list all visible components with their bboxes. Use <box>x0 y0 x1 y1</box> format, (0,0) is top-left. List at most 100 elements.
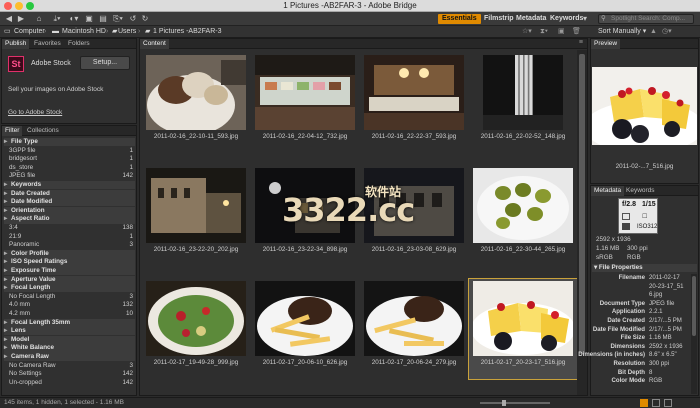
tab-collections[interactable]: Collections <box>24 126 62 136</box>
filter-value[interactable]: ds_store 1 <box>4 164 135 172</box>
tab-metadata[interactable]: Metadata <box>591 186 625 196</box>
filter-category[interactable]: ▸ Keywords <box>4 181 135 190</box>
tab-filter[interactable]: Filter <box>2 126 23 136</box>
breadcrumb-current-folder[interactable]: 1 Pictures -AB2FAR-3 <box>153 27 221 37</box>
metadata-scrollbar[interactable] <box>691 274 697 394</box>
filter-value[interactable]: JPEG file 142 <box>4 172 135 180</box>
breadcrumb-macintosh-hd[interactable]: Macintosh HD <box>62 27 106 37</box>
go-to-stock-link[interactable]: Go to Adobe Stock <box>8 109 62 116</box>
tab-folders[interactable]: Folders <box>65 39 93 49</box>
metadata-value[interactable]: 2/17/...5 PM <box>649 317 682 325</box>
sort-direction-icon[interactable]: ▲ <box>650 27 657 37</box>
thumbnail-cell[interactable]: 2011-02-16_22-04-12_732.jpg <box>251 53 359 153</box>
setup-button[interactable]: Setup... <box>80 56 130 70</box>
filter-value[interactable]: No Camera Raw 3 <box>4 362 135 370</box>
back-icon[interactable]: ◀ <box>4 14 14 24</box>
refine-icon[interactable]: ◐▾ <box>68 14 80 24</box>
filter-category[interactable]: ▸ Lens <box>4 327 135 336</box>
metadata-value[interactable]: RGB <box>649 377 662 385</box>
thumbnail-cell[interactable]: 2011-02-17_20-06-10_626.jpg <box>251 279 359 379</box>
recent-files-icon[interactable]: ◷▾ <box>662 27 672 37</box>
filter-category[interactable]: ▸ Focal Length <box>4 284 135 293</box>
content-scroll-thumb[interactable] <box>579 54 585 354</box>
thumbnail-image[interactable] <box>146 281 246 356</box>
thumbnail-image[interactable] <box>364 281 464 356</box>
metadata-value[interactable]: 1.16 MB <box>649 334 672 342</box>
metadata-value[interactable]: 8 <box>649 369 652 377</box>
filter-value[interactable]: 4.2 mm 10 <box>4 310 135 318</box>
thumbnail-image[interactable] <box>146 168 246 243</box>
tab-preview[interactable]: Preview <box>591 39 621 49</box>
get-photos-icon[interactable]: ⤓▾ <box>50 14 64 24</box>
thumbnail-image[interactable] <box>473 281 573 356</box>
forward-icon[interactable]: ▶ <box>16 14 26 24</box>
filter-category[interactable]: ▸ Focal Length 35mm <box>4 318 135 327</box>
metadata-value[interactable]: 300 ppi <box>649 360 669 368</box>
thumbnail-cell[interactable]: 2011-02-16_22-30-44_265.jpg <box>469 166 577 266</box>
filter-category[interactable]: ▸ Aperture Value <box>4 275 135 284</box>
filter-category[interactable]: ▸ Color Profile <box>4 249 135 258</box>
workspace-metadata[interactable]: Metadata <box>512 14 550 24</box>
filter-value[interactable]: No Settings 142 <box>4 370 135 378</box>
grid-view-icon[interactable] <box>640 399 648 407</box>
tab-content[interactable]: Content <box>140 39 169 49</box>
rotate-left-icon[interactable]: ↺ <box>128 14 138 24</box>
filter-value[interactable]: Panoramic 3 <box>4 241 135 249</box>
thumbnail-cell[interactable]: 2011-02-17_19-49-28_999.jpg <box>142 279 250 379</box>
thumbnail-image[interactable] <box>146 55 246 130</box>
content-scrollbar[interactable] <box>577 50 587 395</box>
new-folder-icon[interactable]: ▣ <box>558 27 565 37</box>
filter-category[interactable]: ▸ Exposure Time <box>4 267 135 276</box>
filter-category[interactable]: ▸ Date Modified <box>4 198 135 207</box>
slider-handle[interactable] <box>502 400 506 406</box>
filter-category[interactable]: ▸ ISO Speed Ratings <box>4 258 135 267</box>
metadata-value[interactable]: 8.6" x 6.5" <box>649 351 677 359</box>
filter-category[interactable]: ▸ Model <box>4 335 135 344</box>
filter-value[interactable]: 3:4 138 <box>4 224 135 232</box>
metadata-value[interactable]: 2592 x 1936 <box>649 343 683 351</box>
list-view-icon[interactable] <box>664 399 672 407</box>
workspace-menu-icon[interactable]: ▾ <box>580 14 590 24</box>
delete-icon[interactable]: 🗑 <box>572 27 581 37</box>
details-view-icon[interactable] <box>652 399 660 407</box>
thumbnail-cell[interactable]: 2011-02-16_22-22-37_593.jpg <box>360 53 468 153</box>
filter-category[interactable]: ▸ Aspect Ratio <box>4 215 135 224</box>
thumbnail-image[interactable] <box>364 55 464 130</box>
rating-filter-icon[interactable]: ☆▾ <box>522 27 532 37</box>
search-input[interactable]: ⚲ Spotlight Search: Comp... <box>598 14 694 24</box>
thumbnail-cell[interactable]: 2011-02-17_20-06-24_279.jpg <box>360 279 468 379</box>
rotate-right-icon[interactable]: ↻ <box>140 14 150 24</box>
thumbnail-size-slider[interactable] <box>480 400 550 406</box>
tab-favorites[interactable]: Favorites <box>31 39 64 49</box>
filter-value[interactable]: bridgesort 1 <box>4 155 135 163</box>
sort-dropdown[interactable]: Sort Manually ▾ <box>598 27 646 37</box>
thumbnail-cell[interactable]: 2011-02-17_20-23-17_516.jpg <box>468 278 578 380</box>
metadata-value[interactable]: 2/17/...5 PM <box>649 326 682 334</box>
metadata-value[interactable]: 2011-02-17 <box>649 274 680 282</box>
filter-value[interactable]: Un-cropped 142 <box>4 379 135 387</box>
thumbnail-image[interactable] <box>255 55 355 130</box>
thumbnail-image[interactable] <box>255 281 355 356</box>
batch-rename-icon[interactable]: ⎘▾ <box>112 14 124 24</box>
thumbnail-cell[interactable]: 2011-02-16_22-10-11_593.jpg <box>142 53 250 153</box>
filter-category[interactable]: ▸ Date Created <box>4 189 135 198</box>
filter-category[interactable]: ▸ Orientation <box>4 206 135 215</box>
thumbnail-image[interactable] <box>473 168 573 243</box>
filter-value[interactable]: 3GPP file 1 <box>4 147 135 155</box>
workspace-essentials[interactable]: Essentials <box>438 14 481 24</box>
panel-menu-icon[interactable]: ≡ <box>579 39 583 46</box>
filter-category[interactable]: ▸ Camera Raw <box>4 353 135 362</box>
breadcrumb-users[interactable]: Users <box>118 27 136 37</box>
filter-value[interactable]: No Focal Length 3 <box>4 293 135 301</box>
file-properties-header[interactable]: ▾ File Properties <box>592 264 697 272</box>
metadata-value[interactable]: 20-23-17_51 <box>649 283 684 291</box>
metadata-scroll-thumb[interactable] <box>692 276 696 336</box>
metadata-value[interactable]: 2.2.1 <box>649 308 663 316</box>
filter-category[interactable]: ▸ File Type <box>4 138 135 147</box>
tab-keywords[interactable]: Keywords <box>623 186 658 196</box>
breadcrumb-computer[interactable]: Computer <box>14 27 45 37</box>
recent-folder-icon[interactable]: ⌂ <box>34 14 44 24</box>
thumbnail-cell[interactable]: 2011-02-16_23-22-20_202.jpg <box>142 166 250 266</box>
thumbnail-cell[interactable]: 2011-02-16_22-02-52_148.jpg <box>469 53 577 153</box>
tab-publish[interactable]: Publish <box>2 39 30 49</box>
